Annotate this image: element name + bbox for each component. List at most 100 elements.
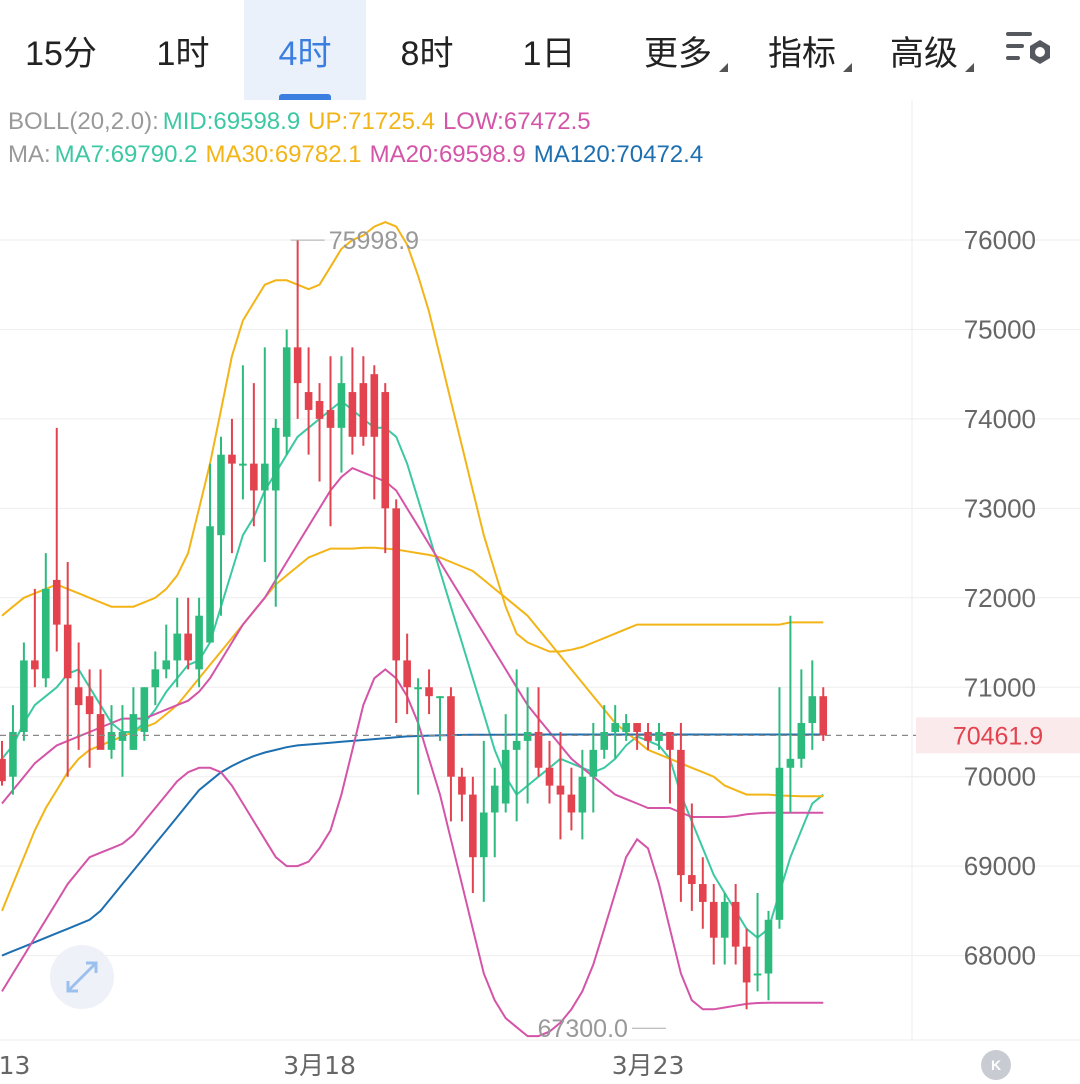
candle-body (622, 723, 630, 732)
candle-body (819, 696, 828, 736)
tab-label: 4时 (278, 34, 332, 73)
series-line-up (1, 221, 824, 653)
dropdown-triangle-icon (719, 63, 728, 72)
y-tick-label: 74000 (964, 404, 1036, 434)
y-tick-label: 69000 (964, 851, 1036, 881)
candle-body (699, 884, 707, 902)
candle-body (436, 696, 444, 699)
tab-1d[interactable]: 1日 (488, 0, 610, 100)
current-price-label: 70461.9 (953, 722, 1043, 750)
x-tick-label: 3月23 (612, 1051, 685, 1080)
dropdown-triangle-icon (965, 63, 974, 72)
tab-15min[interactable]: 15分 (0, 0, 122, 100)
dropdown-triangle-icon (843, 63, 852, 72)
candle-body (217, 454, 225, 536)
candle-body (633, 723, 641, 732)
candle-body (107, 731, 116, 750)
candle-body (173, 633, 181, 661)
candle-body (195, 615, 203, 670)
y-tick-label: 68000 (964, 941, 1036, 971)
candle-body (458, 776, 466, 795)
candle-body (447, 696, 455, 777)
candle-body (85, 696, 94, 715)
tab-label: 15分 (25, 34, 97, 73)
candle-body (206, 526, 214, 643)
candle-body (74, 687, 83, 706)
candle-body (666, 731, 674, 750)
candle-body (556, 785, 565, 795)
candle-body (414, 687, 422, 690)
candle-body (480, 812, 488, 858)
price-chart[interactable]: 68000 69000 70000 71000 72000 73000 74000 75000… (0, 100, 1080, 1084)
candle-body (425, 687, 433, 697)
candle-body (469, 794, 477, 858)
candle-body (600, 731, 609, 750)
candle-body (589, 749, 598, 777)
candle-body (118, 731, 127, 741)
candle-body (797, 723, 806, 759)
candle-body (611, 723, 619, 732)
candle-body (9, 731, 17, 777)
tab-1h[interactable]: 1时 (122, 0, 244, 100)
candle-body (129, 714, 138, 750)
candle-body (381, 392, 390, 509)
candle-body (31, 660, 39, 670)
candle-body (370, 374, 379, 437)
candle-body (140, 687, 149, 732)
candle-body (162, 660, 171, 670)
tab-more[interactable]: 更多 (626, 0, 730, 100)
tab-label: 高级 (890, 34, 958, 73)
y-tick-label: 75000 (964, 314, 1036, 344)
k-icon[interactable]: K (981, 1050, 1011, 1080)
candle-body (52, 579, 61, 625)
candle-body (764, 919, 773, 974)
candle-body (501, 749, 510, 804)
candle-body (63, 624, 72, 679)
expand-arrows-icon (66, 961, 98, 993)
candle-body (709, 901, 718, 938)
candle-body (239, 463, 247, 466)
candle-body (282, 347, 291, 437)
chart-settings-icon-graphic (1006, 32, 1050, 64)
candle-body (490, 785, 499, 813)
candle-body (228, 454, 236, 464)
y-tick-label: 73000 (964, 493, 1036, 523)
candle-body (545, 767, 554, 786)
candle-body (326, 409, 335, 428)
candle-body (250, 463, 258, 491)
expand-chart-button[interactable] (50, 945, 114, 1009)
candle-body (315, 401, 324, 419)
candle-body (151, 669, 160, 688)
candle-body (293, 347, 302, 384)
candle-body (655, 731, 663, 741)
min-price-label: 67300.0 (538, 1015, 628, 1043)
y-tick-label: 71000 (964, 672, 1036, 702)
y-tick-label: 72000 (964, 583, 1036, 613)
candle-body (578, 776, 587, 813)
candle-body (337, 383, 346, 428)
candle-body (512, 740, 521, 750)
tab-8h[interactable]: 8时 (366, 0, 488, 100)
candle-body (348, 392, 357, 437)
tab-label: 指标 (768, 34, 836, 73)
tab-label: 1时 (156, 34, 210, 73)
candle-body (753, 973, 762, 976)
tab-indicators[interactable]: 指标 (750, 0, 854, 100)
candle-body (775, 767, 784, 920)
candle-body (184, 633, 192, 661)
candle-body (567, 794, 576, 813)
candle-body (523, 731, 532, 741)
candle-body (742, 946, 751, 983)
chart-settings-icon[interactable] (1000, 22, 1060, 78)
tab-advanced[interactable]: 高级 (872, 0, 976, 100)
candle-body (359, 383, 368, 437)
tab-4h[interactable]: 4时 (244, 0, 366, 100)
candle-body (403, 660, 411, 688)
candle-body (720, 901, 729, 938)
candle-body (688, 875, 696, 885)
candle-body (261, 463, 269, 491)
candle-body (786, 758, 795, 768)
candle-body (20, 660, 28, 732)
series-line-ma120 (1, 733, 824, 957)
candle-body (96, 714, 105, 750)
